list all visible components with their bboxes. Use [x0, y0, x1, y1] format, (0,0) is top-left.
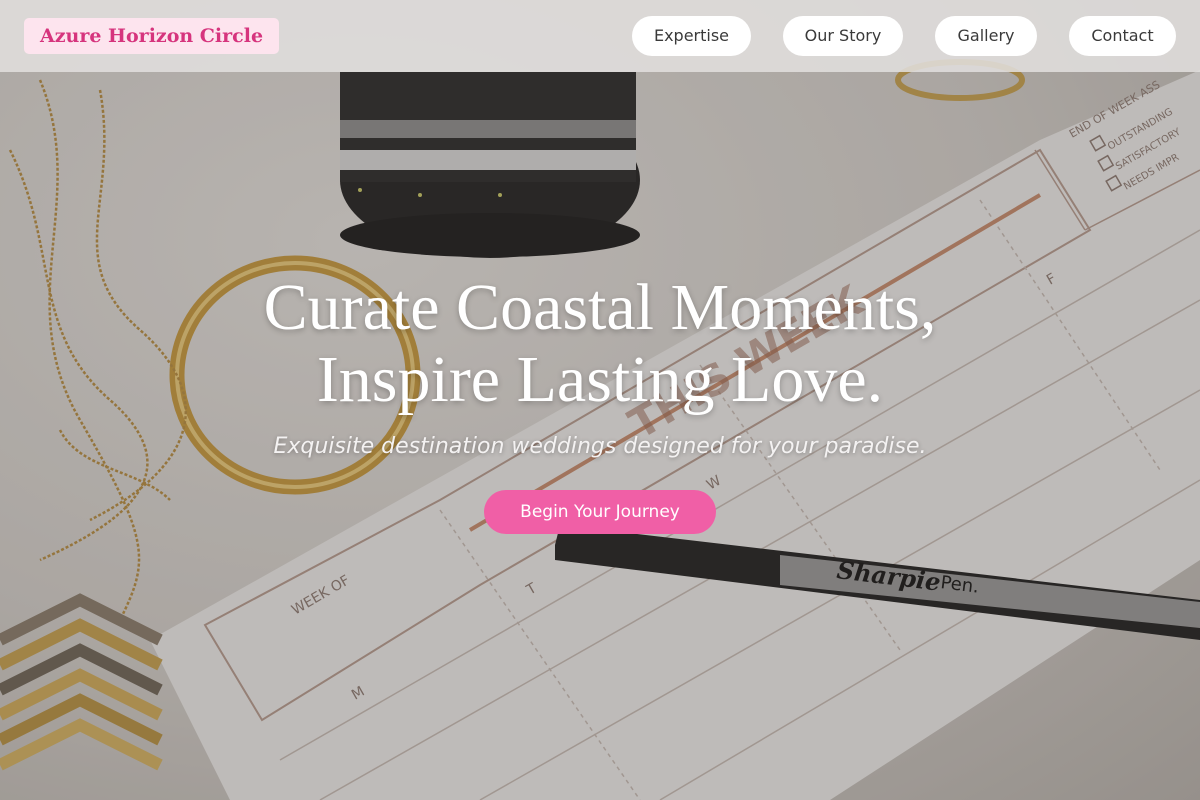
nav-expertise[interactable]: Expertise [632, 16, 751, 56]
hero-headline-line-2: Inspire Lasting Love. [316, 343, 884, 416]
hero-headline-line-1: Curate Coastal Moments, [263, 271, 937, 344]
nav-our-story[interactable]: Our Story [783, 16, 903, 56]
nav-contact[interactable]: Contact [1069, 16, 1176, 56]
begin-journey-button[interactable]: Begin Your Journey [484, 490, 716, 534]
brand-logo[interactable]: Azure Horizon Circle [24, 18, 280, 54]
site-header: Azure Horizon Circle Expertise Our Story… [0, 0, 1200, 72]
nav-gallery[interactable]: Gallery [935, 16, 1037, 56]
hero-headline: Curate Coastal Moments, Inspire Lasting … [0, 272, 1200, 416]
hero-tagline: Exquisite destination weddings designed … [273, 434, 927, 459]
